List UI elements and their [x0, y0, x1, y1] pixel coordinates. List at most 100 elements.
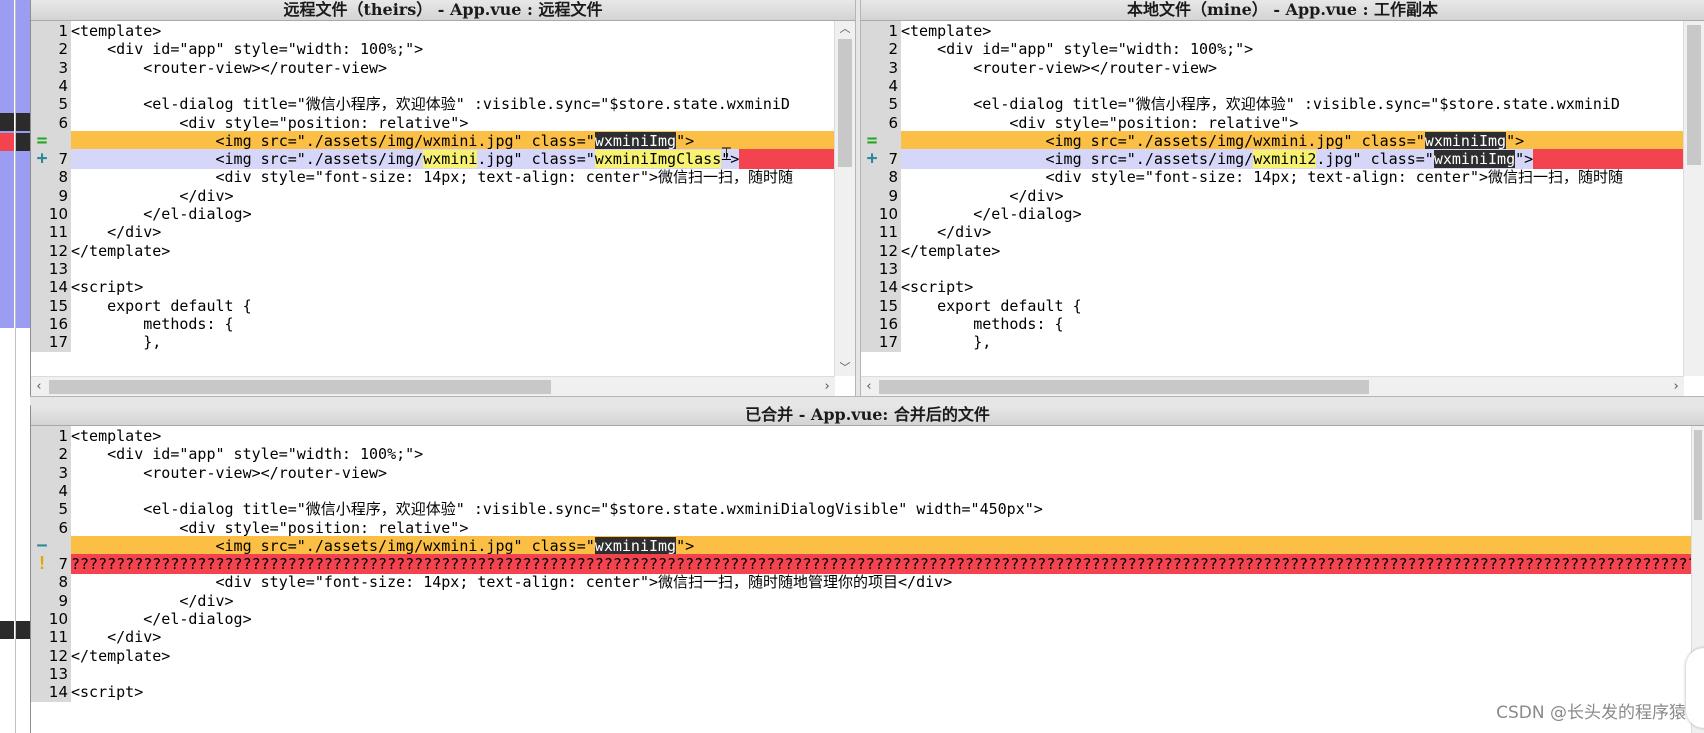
line-gutter[interactable]: 9: [31, 185, 71, 206]
code-text[interactable]: [71, 664, 1692, 684]
code-line[interactable]: 8 <div style="font-size: 14px; text-alig…: [861, 167, 1684, 188]
code-text[interactable]: <router-view></router-view>: [71, 463, 1692, 483]
line-gutter[interactable]: 2: [31, 39, 71, 60]
code-line[interactable]: − <img src="./assets/img/wxmini.jpg" cla…: [31, 535, 1692, 556]
code-line[interactable]: +7 <img src="./assets/img/wxmini.jpg" cl…: [31, 149, 835, 170]
code-line[interactable]: 15 export default {: [31, 295, 835, 316]
line-gutter[interactable]: 14: [31, 682, 71, 703]
code-text[interactable]: <script>: [71, 277, 835, 297]
mine-vertical-scrollbar[interactable]: [1683, 21, 1704, 376]
code-text[interactable]: <img src="./assets/img/wxmini.jpg" class…: [71, 536, 1692, 556]
code-text[interactable]: },: [71, 332, 835, 352]
code-text[interactable]: </div>: [901, 186, 1684, 206]
line-gutter[interactable]: 3: [31, 462, 71, 483]
scroll-thumb[interactable]: [1687, 25, 1701, 165]
code-text[interactable]: [71, 76, 835, 96]
scroll-thumb[interactable]: [879, 380, 1369, 394]
code-line[interactable]: 16 methods: {: [861, 313, 1684, 334]
code-line[interactable]: 11 </div>: [861, 222, 1684, 243]
code-line[interactable]: ! 7??????????????????????????????????????…: [31, 554, 1692, 575]
line-gutter[interactable]: 8: [31, 572, 71, 593]
code-line[interactable]: 2 <div id="app" style="width: 100%;">: [861, 39, 1684, 60]
code-text[interactable]: <template>: [71, 21, 835, 41]
code-line[interactable]: 11 </div>: [31, 222, 835, 243]
line-gutter[interactable]: 2: [31, 444, 71, 465]
line-gutter[interactable]: 3: [861, 57, 901, 78]
code-text[interactable]: </div>: [901, 222, 1684, 242]
code-line[interactable]: 9 </div>: [861, 185, 1684, 206]
code-text[interactable]: </template>: [71, 241, 835, 261]
code-text[interactable]: <el-dialog title="微信小程序，欢迎体验" :visible.s…: [71, 94, 835, 114]
floating-side-widget[interactable]: [1686, 648, 1704, 728]
code-text[interactable]: </div>: [71, 591, 1692, 611]
line-gutter[interactable]: +7: [861, 149, 901, 170]
scroll-thumb[interactable]: [1694, 430, 1702, 520]
line-gutter[interactable]: 10: [861, 204, 901, 224]
code-text[interactable]: export default {: [901, 296, 1684, 316]
code-line[interactable]: 12 </template>: [31, 645, 1692, 666]
line-gutter[interactable]: 5: [31, 499, 71, 520]
code-line[interactable]: 17 },: [31, 332, 835, 353]
code-text[interactable]: <script>: [71, 682, 1692, 702]
line-gutter[interactable]: 4: [31, 75, 71, 96]
scroll-down-icon[interactable]: ﹀: [835, 360, 855, 376]
code-text[interactable]: </el-dialog>: [71, 609, 1692, 629]
code-line[interactable]: 12 </template>: [861, 240, 1684, 261]
scroll-left-icon[interactable]: ‹: [861, 377, 877, 396]
code-line[interactable]: 5 <el-dialog title="微信小程序，欢迎体验" :visible…: [31, 499, 1692, 520]
merged-pane[interactable]: 已合并 - App.vue: 合并后的文件 1 <template> 2 <div …: [31, 405, 1704, 733]
code-line[interactable]: 4: [31, 480, 1692, 501]
line-gutter[interactable]: 5: [31, 94, 71, 115]
line-gutter[interactable]: ! 7: [31, 554, 71, 575]
code-text[interactable]: [71, 259, 835, 279]
code-text[interactable]: [901, 76, 1684, 96]
code-line[interactable]: 8 <div style="font-size: 14px; text-alig…: [31, 572, 1692, 593]
scroll-thumb[interactable]: [838, 39, 852, 167]
code-text[interactable]: <el-dialog title="微信小程序，欢迎体验" :visible.s…: [71, 499, 1692, 519]
line-gutter[interactable]: 13: [31, 258, 71, 279]
code-line[interactable]: 1 <template>: [861, 21, 1684, 41]
code-line[interactable]: 8 <div style="font-size: 14px; text-alig…: [31, 167, 835, 188]
code-line[interactable]: 2 <div id="app" style="width: 100%;">: [31, 39, 835, 60]
line-gutter[interactable]: 14: [861, 277, 901, 298]
scroll-left-icon[interactable]: ‹: [31, 377, 47, 396]
line-gutter[interactable]: +7: [31, 149, 71, 170]
code-line[interactable]: 4: [31, 75, 835, 96]
code-text[interactable]: <el-dialog title="微信小程序，欢迎体验" :visible.s…: [901, 94, 1684, 114]
line-gutter[interactable]: 12: [861, 240, 901, 261]
theirs-horizontal-scrollbar[interactable]: ‹ ›: [31, 376, 835, 396]
merged-code-view[interactable]: 1 <template> 2 <div id="app" style="width:…: [31, 426, 1692, 733]
code-text[interactable]: <div style="font-size: 14px; text-align:…: [71, 572, 1692, 592]
scroll-right-icon[interactable]: ›: [819, 377, 835, 396]
code-text[interactable]: </div>: [71, 222, 835, 242]
line-gutter[interactable]: 15: [31, 295, 71, 316]
code-line[interactable]: 10 </el-dialog>: [31, 609, 1692, 629]
code-text[interactable]: <div style="font-size: 14px; text-align:…: [71, 167, 835, 187]
code-text[interactable]: <script>: [901, 277, 1684, 297]
mine-horizontal-scrollbar[interactable]: ‹ ›: [861, 376, 1684, 396]
code-line[interactable]: 5 <el-dialog title="微信小程序，欢迎体验" :visible…: [861, 94, 1684, 115]
line-gutter[interactable]: 17: [31, 332, 71, 353]
line-gutter[interactable]: 3: [31, 57, 71, 78]
line-gutter[interactable]: 8: [861, 167, 901, 188]
code-line[interactable]: 3 <router-view></router-view>: [861, 57, 1684, 78]
code-line[interactable]: 3 <router-view></router-view>: [31, 462, 1692, 483]
code-line[interactable]: 1 <template>: [31, 21, 835, 41]
line-gutter[interactable]: 9: [861, 185, 901, 206]
diff-overview-strip[interactable]: [0, 0, 31, 733]
code-line[interactable]: 6 <div style="position: relative">: [861, 112, 1684, 133]
line-gutter[interactable]: 1: [31, 426, 71, 446]
code-line[interactable]: 4: [861, 75, 1684, 96]
code-text[interactable]: </el-dialog>: [901, 204, 1684, 224]
line-gutter[interactable]: 10: [31, 204, 71, 224]
line-gutter[interactable]: 16: [861, 313, 901, 334]
scroll-thumb[interactable]: [49, 380, 551, 394]
line-gutter[interactable]: 17: [861, 332, 901, 353]
code-line[interactable]: 14 <script>: [31, 277, 835, 298]
code-text[interactable]: <div style="position: relative">: [901, 113, 1684, 133]
line-gutter[interactable]: 4: [31, 480, 71, 501]
code-text[interactable]: ????????????????????????????????????????…: [71, 554, 1692, 574]
code-line[interactable]: 15 export default {: [861, 295, 1684, 316]
code-line[interactable]: 13: [861, 258, 1684, 279]
line-gutter[interactable]: 13: [861, 258, 901, 279]
